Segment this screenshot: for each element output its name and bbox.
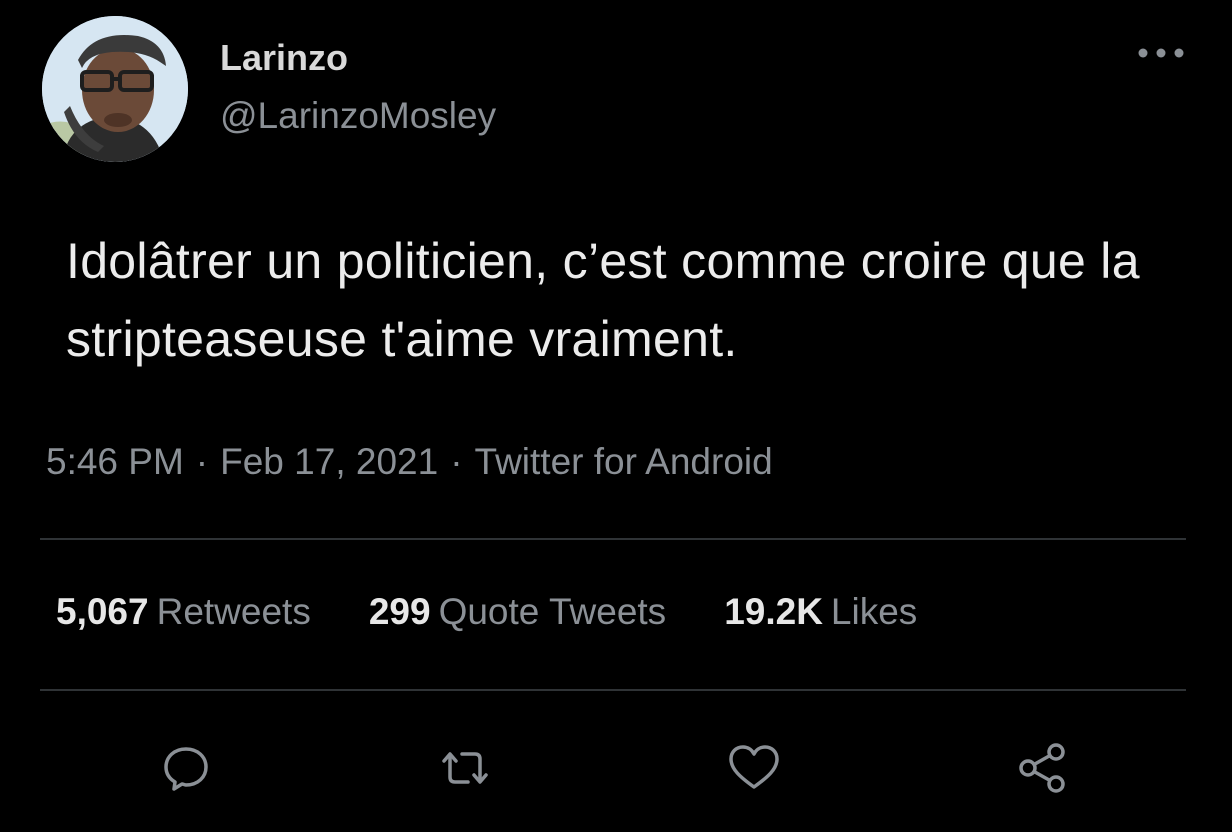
meta-separator: ·	[195, 441, 209, 482]
tweet-text: Idolâtrer un politicien, c’est comme cro…	[66, 233, 1140, 367]
likes-count: 19.2K	[724, 591, 823, 632]
tweet-timestamp-date[interactable]: Feb 17, 2021	[220, 441, 438, 482]
divider	[40, 689, 1186, 691]
heart-icon	[729, 745, 779, 789]
quote-tweets-count: 299	[368, 591, 431, 632]
retweet-arrows-icon	[442, 752, 488, 784]
user-handle[interactable]: @LarinzoMosley	[220, 94, 496, 138]
retweets-stat[interactable]: 5,067 Retweets	[56, 588, 311, 636]
more-dots-icon	[1138, 48, 1184, 58]
tweet-card: Larinzo @LarinzoMosley Idolâtrer un poli…	[0, 0, 1232, 832]
more-options-button[interactable]	[1134, 38, 1188, 68]
display-name[interactable]: Larinzo	[220, 36, 348, 80]
divider	[40, 538, 1186, 540]
reply-button[interactable]	[156, 738, 216, 798]
meta-separator: ·	[450, 441, 463, 482]
tweet-stats: 5,067 Retweets 299 Quote Tweets 19.2K Likes	[56, 588, 917, 636]
speech-bubble-icon	[164, 747, 208, 791]
tweet-metadata: 5:46 PM · Feb 17, 2021 · Twitter for Android	[46, 438, 773, 486]
tweet-source-link[interactable]: Twitter for Android	[475, 441, 773, 482]
like-button[interactable]	[724, 738, 784, 798]
tweet-actions	[0, 738, 1232, 798]
share-nodes-icon	[1019, 743, 1065, 793]
share-button[interactable]	[1012, 738, 1072, 798]
retweets-count: 5,067	[56, 591, 149, 632]
avatar-photo-icon	[42, 16, 188, 162]
quote-tweets-stat[interactable]: 299 Quote Tweets	[369, 588, 666, 636]
avatar[interactable]	[42, 16, 188, 162]
quote-tweets-label: Quote Tweets	[438, 591, 667, 632]
likes-stat[interactable]: 19.2K Likes	[724, 588, 917, 636]
tweet-timestamp-time[interactable]: 5:46 PM	[46, 441, 184, 482]
retweets-label: Retweets	[156, 591, 311, 632]
likes-label: Likes	[830, 591, 918, 632]
retweet-button[interactable]	[435, 738, 495, 798]
